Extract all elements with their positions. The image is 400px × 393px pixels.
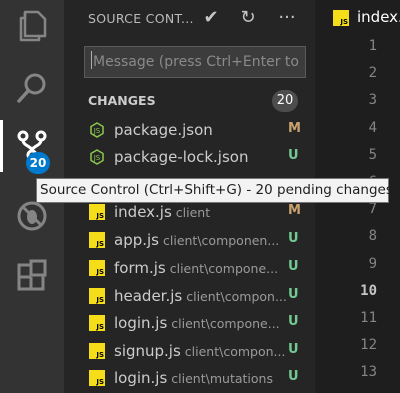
svg-text:JS: JS: [93, 154, 101, 162]
search-icon[interactable]: [12, 68, 52, 108]
line-number: 7: [368, 201, 377, 218]
svg-text:JS: JS: [93, 127, 101, 135]
line-number: 2: [368, 65, 377, 82]
line-number: 12: [360, 337, 377, 354]
more-actions-icon[interactable]: ···: [275, 6, 299, 30]
file-label: login.js client\compone...: [114, 313, 289, 332]
modified-status: M: [288, 203, 301, 218]
file-directory: client\componen...: [163, 233, 280, 248]
file-label: app.js client\componen...: [114, 230, 289, 249]
js-file-icon: JS: [89, 204, 105, 220]
commit-message-input[interactable]: Message (press Ctrl+Enter to: [84, 46, 306, 78]
changed-file-row[interactable]: JS package-lock.json U: [64, 143, 315, 170]
line-number: 13: [360, 364, 377, 381]
line-number: 8: [368, 228, 377, 245]
js-file-icon: JS: [89, 288, 105, 304]
js-file-icon: JS: [89, 260, 105, 276]
js-file-icon: JS: [89, 315, 105, 331]
panel-title: SOURCE CONT...: [88, 11, 194, 26]
line-number: 1: [368, 38, 377, 54]
file-directory: client\compon...: [184, 344, 286, 359]
changed-file-row[interactable]: JS package.json M: [64, 116, 315, 143]
untracked-status: U: [288, 287, 299, 302]
changed-file-row[interactable]: JS signup.js client\compon... U: [64, 337, 315, 364]
commit-check-icon[interactable]: ✔: [199, 6, 223, 30]
text-caret: [91, 51, 92, 69]
file-directory: client\compone...: [169, 261, 279, 276]
changes-count-badge: 20: [272, 90, 298, 112]
line-number: 11: [360, 310, 377, 326]
line-number: 3: [368, 92, 377, 109]
file-name: app.js: [114, 231, 159, 249]
file-label: login.js client\mutations: [114, 368, 289, 387]
changed-file-row[interactable]: JS login.js client\mutations U: [64, 364, 315, 391]
js-file-icon: JS: [89, 370, 105, 386]
changes-section-header[interactable]: CHANGES 20: [64, 88, 315, 114]
extensions-icon[interactable]: [12, 256, 52, 296]
js-file-icon: JS: [89, 232, 105, 248]
js-file-icon: JS: [333, 10, 349, 26]
untracked-status: U: [288, 259, 299, 274]
explorer-icon[interactable]: [12, 6, 52, 46]
changed-file-row[interactable]: JS login.js client\compone... U: [64, 309, 315, 336]
file-directory: client: [175, 205, 211, 220]
refresh-icon[interactable]: ↻: [236, 6, 260, 30]
node-file-icon: JS: [89, 149, 105, 165]
pending-changes-badge: 20: [26, 152, 50, 174]
untracked-status: U: [288, 342, 299, 357]
file-name: package-lock.json: [114, 148, 249, 166]
node-file-icon: JS: [89, 122, 105, 138]
file-name: package.json: [114, 121, 213, 139]
line-number: 4: [368, 119, 377, 136]
file-directory: client\compon...: [186, 289, 287, 304]
line-number: 9: [368, 255, 377, 272]
file-label: package-lock.json: [114, 147, 289, 166]
changes-label: CHANGES: [88, 93, 156, 108]
changed-file-row[interactable]: JS form.js client\compone... U: [64, 254, 315, 281]
tab-index-js[interactable]: JS index.: [315, 0, 400, 36]
js-file-icon: JS: [89, 343, 105, 359]
changed-file-row[interactable]: JS header.js client\compon... U: [64, 282, 315, 309]
file-label: header.js client\compon...: [114, 286, 289, 305]
untracked-status: U: [288, 231, 299, 246]
file-name: index.js: [114, 203, 172, 221]
panel-header: SOURCE CONT... ✔ ↻ ···: [64, 0, 315, 36]
untracked-status: U: [288, 148, 299, 163]
file-name: form.js: [114, 259, 166, 277]
modified-status: M: [288, 121, 301, 136]
file-label: form.js client\compone...: [114, 258, 289, 277]
file-directory: client\mutations: [171, 371, 273, 386]
editor-tab-bar: JS index.: [315, 0, 400, 36]
file-name: login.js: [114, 314, 168, 332]
file-name: header.js: [114, 287, 183, 305]
tab-label: index.: [357, 8, 400, 26]
file-directory: client\compone...: [171, 316, 280, 331]
commit-message-placeholder: Message (press Ctrl+Enter to: [93, 54, 299, 70]
file-label: index.js client: [114, 202, 289, 221]
file-name: signup.js: [114, 342, 181, 360]
changed-file-row[interactable]: JS app.js client\componen... U: [64, 226, 315, 253]
untracked-status: U: [288, 369, 299, 384]
file-label: signup.js client\compon...: [114, 341, 289, 360]
line-number: 5: [368, 146, 377, 163]
file-name: login.js: [114, 369, 168, 387]
file-label: package.json: [114, 120, 289, 139]
untracked-status: U: [288, 314, 299, 329]
line-number: 10: [360, 282, 377, 299]
source-control-tooltip: Source Control (Ctrl+Shift+G) - 20 pendi…: [36, 178, 393, 203]
